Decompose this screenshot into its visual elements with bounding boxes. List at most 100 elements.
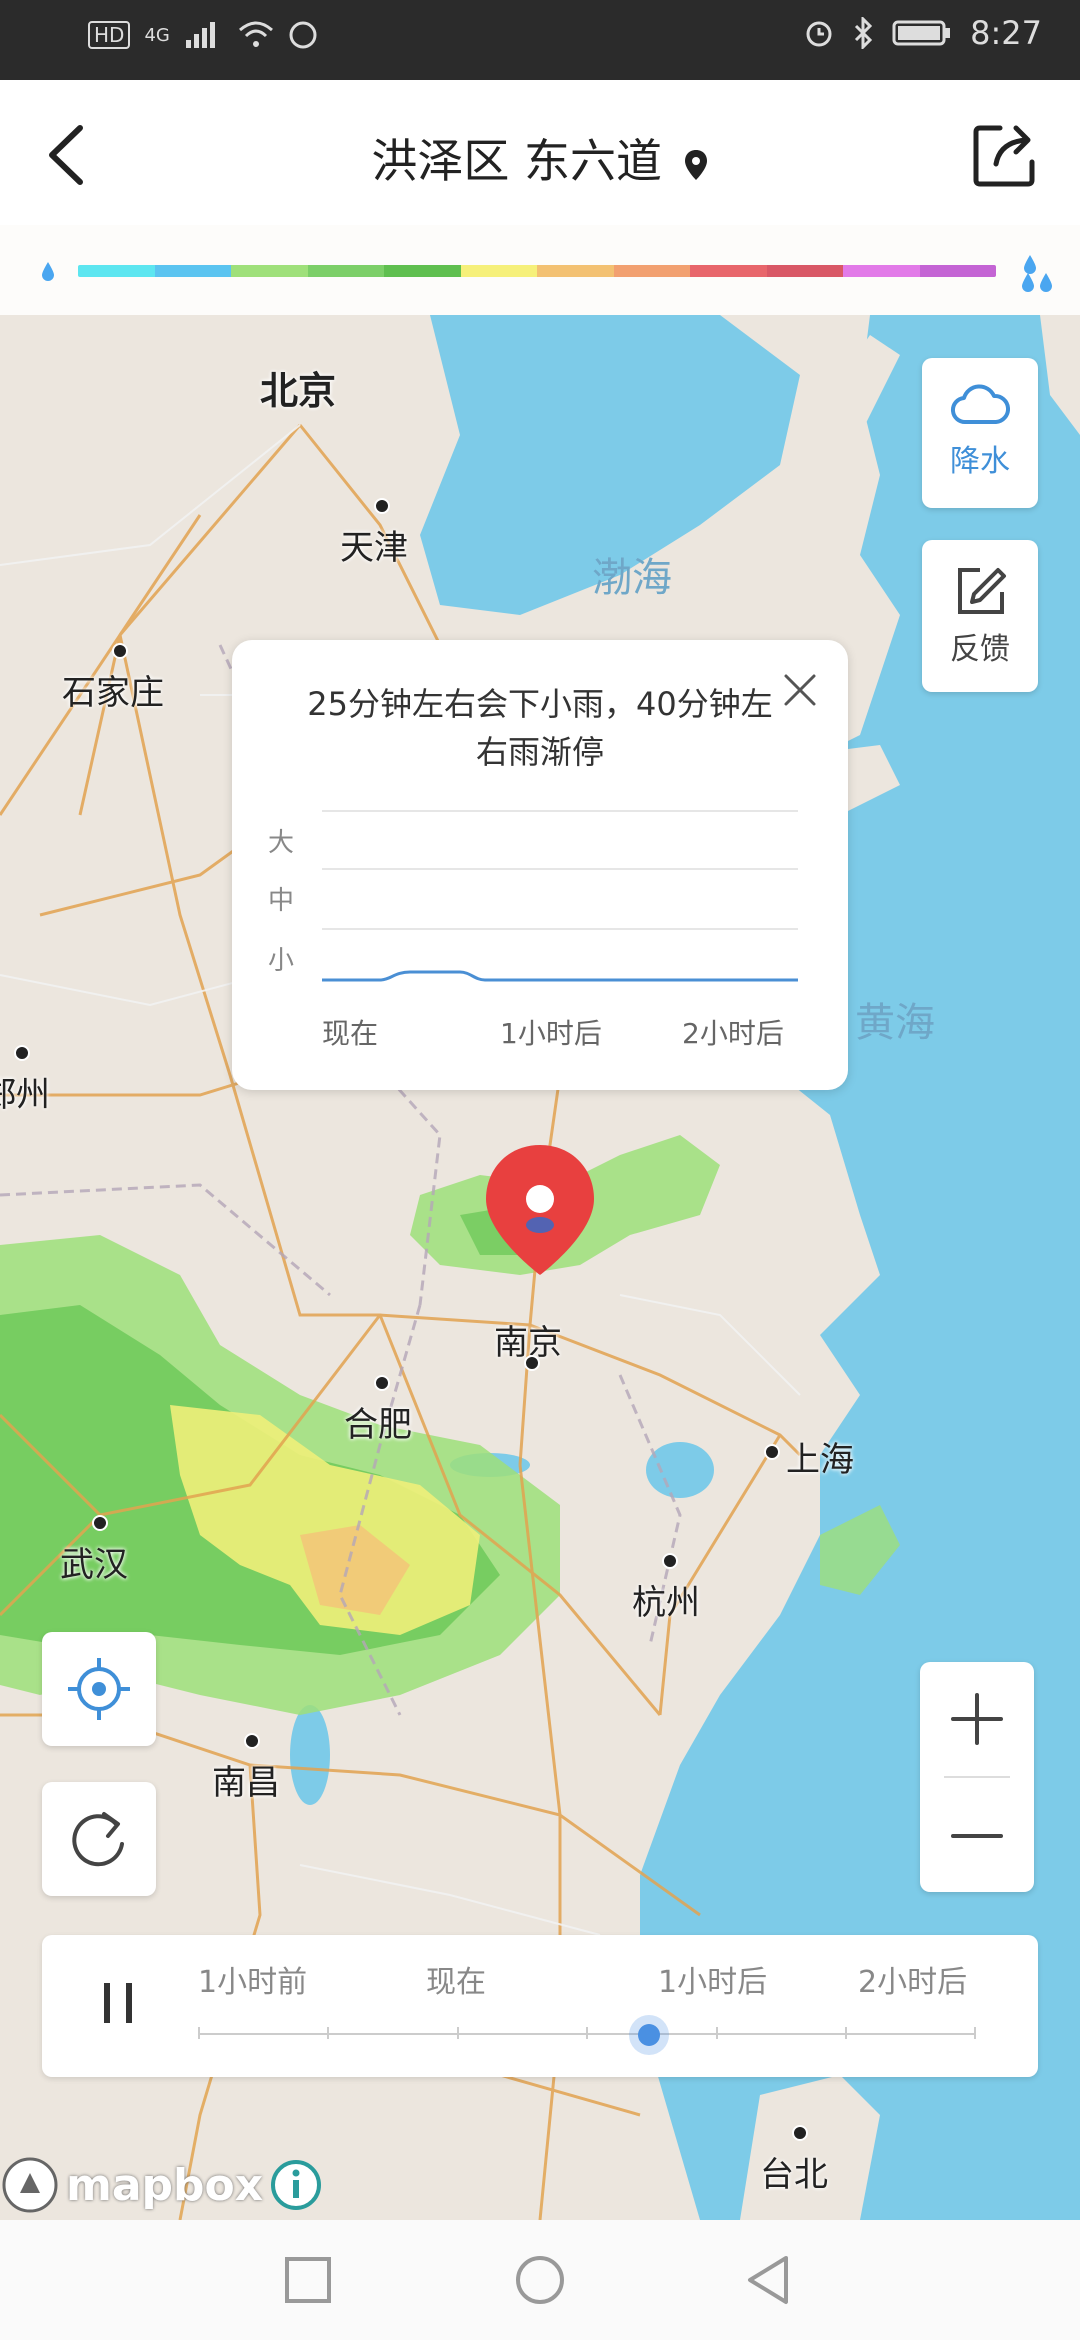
timeline-label-1h-ago: 1小时前 [198, 1965, 308, 2000]
feedback-button[interactable]: 反馈 [922, 540, 1038, 692]
legend-swatch [307, 265, 384, 277]
city-dot [14, 1045, 30, 1061]
alarm-icon [806, 21, 832, 47]
timeline-tick [457, 2027, 459, 2039]
city-hefei: 合肥 [344, 1375, 412, 1446]
city-dot [374, 1375, 390, 1391]
legend-swatch [843, 265, 920, 277]
system-nav-bar [0, 2220, 1080, 2340]
feedback-label: 反馈 [950, 632, 1010, 667]
network-label: 4G [144, 24, 170, 46]
small-drop-icon [42, 262, 54, 281]
city-dot [92, 1515, 108, 1531]
home-icon[interactable] [514, 2254, 566, 2306]
city-nanjing: 南京 [494, 1315, 562, 1371]
timeline-slider-handle[interactable] [629, 2015, 670, 2055]
timeline-bar: 1小时前 现在 1小时后 2小时后 [42, 1935, 1038, 2077]
app-header: 洪泽区 东六道 [0, 80, 1080, 225]
precipitation-legend [0, 225, 1080, 315]
y-label-light: 小 [268, 946, 295, 976]
sea-label-bohai: 渤海 [592, 555, 672, 601]
share-icon[interactable] [970, 120, 1040, 190]
refresh-icon [72, 1812, 124, 1867]
status-time: 8:27 [970, 14, 1042, 52]
forecast-popup: 25分钟左右会下小雨，40分钟左右雨渐停 大 中 小 现在 1小时后 2小时后 [232, 640, 848, 1090]
legend-swatch [154, 265, 231, 277]
timeline-tick [198, 2027, 200, 2039]
zoom-divider [944, 1776, 1010, 1778]
bluetooth-icon [855, 17, 873, 49]
city-name: 天津 [340, 528, 408, 568]
grid-line [322, 810, 798, 812]
city-name: 合肥 [344, 1405, 412, 1445]
target-icon [68, 1658, 130, 1720]
city-shanghai: 上海 [764, 1432, 854, 1481]
y-label-heavy: 大 [268, 828, 295, 858]
legend-swatch [690, 265, 767, 277]
status-bar: HD 4G 8:27 [0, 0, 1080, 80]
x-label-now: 现在 [322, 1017, 379, 1050]
back-icon[interactable] [744, 2254, 792, 2306]
wifi-icon [238, 21, 273, 47]
legend-color-bar [78, 265, 996, 277]
grid-line [322, 868, 798, 870]
timeline-tick [327, 2027, 329, 2039]
city-hangzhou: 杭州 [632, 1553, 700, 1624]
location-title: 洪泽区 东六道 [371, 134, 662, 188]
x-label-2h: 2小时后 [682, 1017, 784, 1050]
city-name: 杭州 [632, 1583, 700, 1623]
city-name: 郑州 [0, 1075, 50, 1115]
status-left: HD 4G [88, 20, 318, 50]
recent-apps-icon[interactable] [284, 2256, 332, 2304]
legend-swatch [78, 265, 155, 277]
timeline-label-1h-later: 1小时后 [658, 1965, 768, 2000]
city-dot [792, 2125, 808, 2141]
mapbox-wordmark: mapbox [66, 2159, 264, 2211]
status-right: 8:27 [804, 14, 1042, 52]
locate-button[interactable] [42, 1632, 156, 1746]
zoom-in-icon[interactable] [947, 1689, 1007, 1749]
city-beijing: 北京 [260, 360, 336, 415]
forecast-message: 25分钟左右会下小雨，40分钟左右雨渐停 [307, 685, 773, 771]
city-dot [524, 1355, 540, 1371]
legend-swatch [766, 265, 843, 277]
city-dot [374, 498, 390, 514]
city-tianjin: 天津 [340, 498, 408, 569]
timeline-tick [586, 2027, 588, 2039]
timeline-track[interactable] [198, 2027, 976, 2039]
city-wuhan: 武汉 [60, 1515, 128, 1586]
close-icon[interactable] [780, 670, 820, 710]
timeline-tick [716, 2027, 718, 2039]
city-name: 武汉 [60, 1545, 128, 1585]
y-label-medium: 中 [268, 886, 295, 916]
timeline-tick [974, 2027, 976, 2039]
city-dot [764, 1444, 780, 1460]
city-name: 台北 [760, 2155, 828, 2195]
hand-icon [289, 21, 317, 49]
city-taipei: 台北 [760, 2125, 828, 2196]
mapbox-logo-icon [2, 2157, 58, 2213]
refresh-button[interactable] [42, 1782, 156, 1896]
precipitation-label: 降水 [950, 444, 1010, 479]
legend-swatch [460, 265, 537, 277]
city-nanchang: 南昌 [212, 1733, 280, 1804]
city-zhengzhou: 郑州 [0, 1045, 50, 1116]
info-icon[interactable] [269, 2158, 323, 2212]
city-name: 上海 [786, 1440, 854, 1480]
timeline-label-2h-later: 2小时后 [858, 1965, 968, 2000]
precipitation-button[interactable]: 降水 [922, 358, 1038, 508]
zoom-out-icon[interactable] [947, 1806, 1007, 1866]
legend-swatch [537, 265, 614, 277]
signal-icon [185, 22, 215, 48]
pause-icon[interactable] [94, 1979, 142, 2027]
sea-label-huanghai: 黄海 [855, 1000, 935, 1046]
rain-intensity-curve [322, 970, 798, 982]
timeline-label-now: 现在 [426, 1965, 486, 2000]
timeline-tick [845, 2027, 847, 2039]
page-title: 洪泽区 东六道 [0, 125, 1080, 191]
city-dot [244, 1733, 260, 1749]
legend-swatch [384, 265, 461, 277]
zoom-controls [920, 1662, 1034, 1892]
location-pin-icon [684, 149, 707, 180]
city-dot [112, 643, 128, 659]
